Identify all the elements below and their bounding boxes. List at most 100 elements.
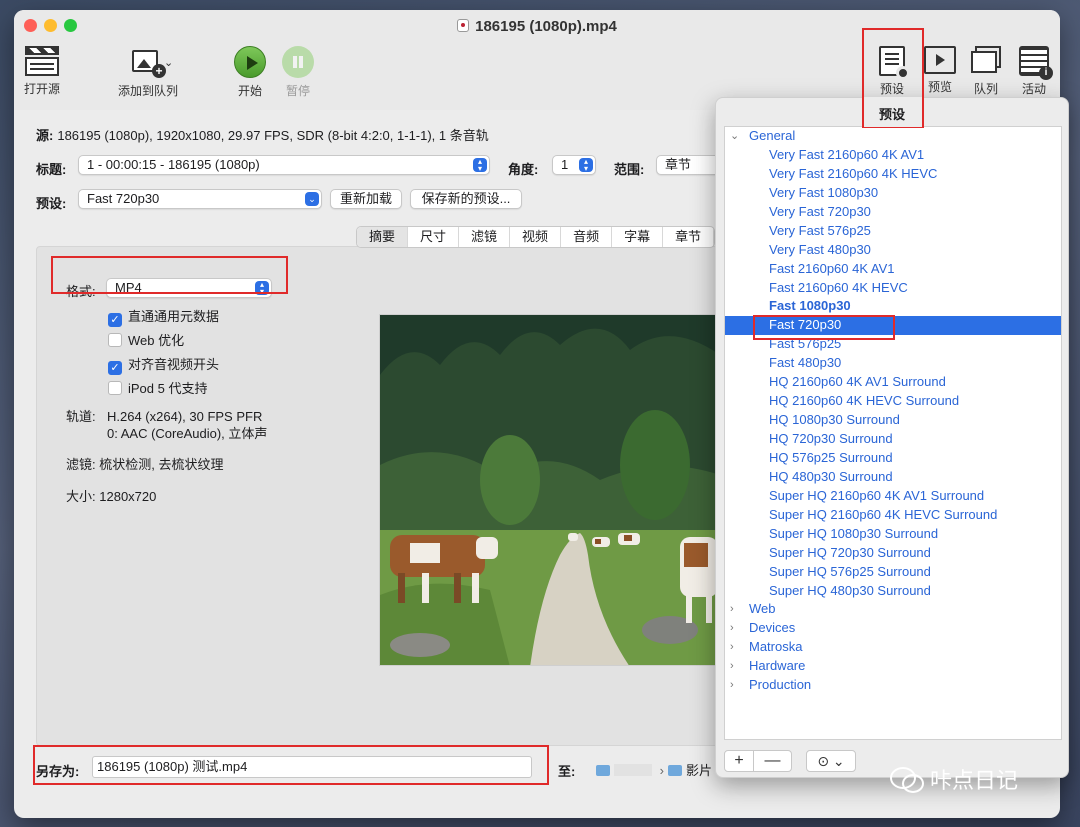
add-to-queue-button[interactable]: + ⌄ 添加到队列: [112, 46, 184, 99]
preset-item[interactable]: Fast 576p25: [725, 335, 1061, 354]
tab-filters[interactable]: 滤镜: [459, 227, 511, 247]
preset-item[interactable]: Very Fast 2160p60 4K AV1: [725, 146, 1061, 165]
preset-popup[interactable]: Fast 720p30 ⌄: [78, 189, 322, 209]
preset-item[interactable]: Super HQ 480p30 Surround: [725, 582, 1061, 601]
checkmark-icon: ✓: [108, 361, 122, 375]
preset-group-matroska[interactable]: › Matroska: [725, 638, 1061, 657]
preset-item[interactable]: HQ 576p25 Surround: [725, 449, 1061, 468]
preview-image: [379, 314, 719, 666]
format-label: 格式:: [66, 284, 96, 299]
title-label: 标题:: [36, 162, 67, 177]
queue-label: 队列: [973, 82, 998, 96]
destination-path[interactable]: › 影片: [596, 760, 712, 779]
passthru-metadata-checkbox[interactable]: ✓ 直通通用元数据: [108, 306, 219, 327]
tab-chapters[interactable]: 章节: [663, 227, 715, 247]
video-file-icon: [457, 19, 470, 32]
preset-item[interactable]: Fast 1080p30: [725, 297, 1061, 316]
preset-item[interactable]: Super HQ 720p30 Surround: [725, 544, 1061, 563]
pause-button[interactable]: 暂停: [282, 46, 314, 99]
chevron-right-icon: ›: [659, 763, 664, 778]
reload-preset-button[interactable]: 重新加载: [330, 189, 402, 209]
format-popup[interactable]: MP4 ▴ ▾: [106, 278, 272, 298]
tab-dimensions[interactable]: 尺寸: [408, 227, 460, 247]
source-info: 源: 186195 (1080p), 1920x1080, 29.97 FPS, …: [36, 128, 489, 143]
open-source-button[interactable]: 打开源: [20, 46, 64, 97]
up-down-arrows-icon: ▴ ▾: [473, 158, 487, 173]
pause-icon: [282, 46, 314, 78]
disclosure-right-icon[interactable]: ›: [730, 619, 734, 638]
preset-item[interactable]: Fast 2160p60 4K AV1: [725, 260, 1061, 279]
angle-popup[interactable]: 1 ▴ ▾: [552, 155, 596, 175]
preset-group-web[interactable]: › Web: [725, 600, 1061, 619]
preset-item[interactable]: Super HQ 1080p30 Surround: [725, 525, 1061, 544]
tab-audio[interactable]: 音频: [561, 227, 613, 247]
add-to-queue-label: 添加到队列: [117, 84, 178, 98]
presets-tooltip-label: 预设: [879, 107, 906, 122]
tab-video[interactable]: 视频: [510, 227, 562, 247]
preset-group-hardware[interactable]: › Hardware: [725, 657, 1061, 676]
preset-actions-menu-button[interactable]: ⊙ ⌄: [806, 750, 856, 772]
preview-button[interactable]: 预览: [922, 46, 958, 95]
web-optimize-checkbox[interactable]: Web 优化: [108, 330, 184, 349]
queue-button[interactable]: 队列: [968, 46, 1004, 97]
toolbar: 186195 (1080p).mp4 打开源 + ⌄ 添加到队列 开始 暂停 预…: [14, 10, 1060, 110]
preset-group-production[interactable]: › Production: [725, 676, 1061, 695]
preset-item[interactable]: Very Fast 720p30: [725, 203, 1061, 222]
preset-item[interactable]: Very Fast 576p25: [725, 222, 1061, 241]
disclosure-down-icon[interactable]: ⌄: [730, 127, 739, 146]
settings-tabs: 摘要 尺寸 滤镜 视频 音频 字幕 章节: [356, 226, 716, 248]
tab-summary[interactable]: 摘要: [357, 227, 409, 247]
preset-item[interactable]: HQ 2160p60 4K HEVC Surround: [725, 392, 1061, 411]
clapperboard-icon: [25, 46, 59, 76]
tab-subtitles[interactable]: 字幕: [612, 227, 664, 247]
start-button[interactable]: 开始: [234, 46, 266, 99]
save-as-label: 另存为:: [36, 764, 80, 779]
preset-item[interactable]: HQ 1080p30 Surround: [725, 411, 1061, 430]
preset-group-general[interactable]: ⌄ General: [725, 127, 1061, 146]
presets-button[interactable]: 预设: [874, 46, 910, 97]
activity-log-icon: [1019, 46, 1053, 80]
preview-label: 预览: [927, 80, 952, 94]
preset-group-devices[interactable]: › Devices: [725, 619, 1061, 638]
range-label: 范围:: [614, 162, 645, 177]
pause-label: 暂停: [285, 84, 310, 98]
chevron-down-icon[interactable]: ⌄: [164, 56, 173, 69]
up-down-arrows-icon: ▴ ▾: [255, 281, 269, 296]
ipod-5g-support-checkbox[interactable]: iPod 5 代支持: [108, 378, 207, 397]
preset-item[interactable]: Super HQ 2160p60 4K HEVC Surround: [725, 506, 1061, 525]
disclosure-right-icon[interactable]: ›: [730, 676, 734, 695]
presets-list: ⌄ General Very Fast 2160p60 4K AV1 Very Fas…: [724, 126, 1062, 740]
preset-item[interactable]: Fast 720p30: [725, 316, 1061, 336]
preset-item[interactable]: HQ 480p30 Surround: [725, 468, 1061, 487]
add-preset-button[interactable]: +: [724, 750, 754, 772]
size-summary: 大小: 1280x720: [66, 489, 157, 504]
presets-footer: + — ⊙ ⌄: [724, 750, 856, 772]
folder-icon: [667, 765, 682, 776]
disclosure-right-icon[interactable]: ›: [730, 600, 734, 619]
preset-item[interactable]: HQ 720p30 Surround: [725, 430, 1061, 449]
preset-item[interactable]: Super HQ 576p25 Surround: [725, 563, 1061, 582]
preset-item[interactable]: HQ 2160p60 4K AV1 Surround: [725, 373, 1061, 392]
preset-item[interactable]: Fast 2160p60 4K HEVC: [725, 279, 1061, 298]
play-icon: [234, 46, 266, 78]
presets-popover: ⌄ General Very Fast 2160p60 4K AV1 Very Fas…: [715, 97, 1069, 778]
preset-item[interactable]: Very Fast 2160p60 4K HEVC: [725, 165, 1061, 184]
chat-bubbles-icon: [890, 767, 924, 793]
disclosure-right-icon[interactable]: ›: [730, 657, 734, 676]
preset-item[interactable]: Super HQ 2160p60 4K AV1 Surround: [725, 487, 1061, 506]
title-popup[interactable]: 1 - 00:00:15 - 186195 (1080p) ▴ ▾: [78, 155, 490, 175]
save-new-preset-button[interactable]: 保存新的预设...: [410, 189, 522, 209]
watermark: 咔点日记: [890, 763, 1018, 795]
preset-item[interactable]: Fast 480p30: [725, 354, 1061, 373]
checkmark-icon: ✓: [108, 313, 122, 327]
activity-button[interactable]: 活动: [1016, 46, 1053, 97]
align-av-start-checkbox[interactable]: ✓ 对齐音视频开头: [108, 354, 219, 375]
save-as-field[interactable]: 186195 (1080p) 测试.mp4: [92, 756, 532, 778]
preset-item[interactable]: Very Fast 480p30: [725, 241, 1061, 260]
remove-preset-button[interactable]: —: [754, 750, 792, 772]
preset-item[interactable]: Very Fast 1080p30: [725, 184, 1061, 203]
window-title: 186195 (1080p).mp4: [14, 18, 1060, 35]
add-to-queue-icon: +: [130, 46, 166, 78]
activity-label: 活动: [1021, 82, 1046, 96]
disclosure-right-icon[interactable]: ›: [730, 638, 734, 657]
